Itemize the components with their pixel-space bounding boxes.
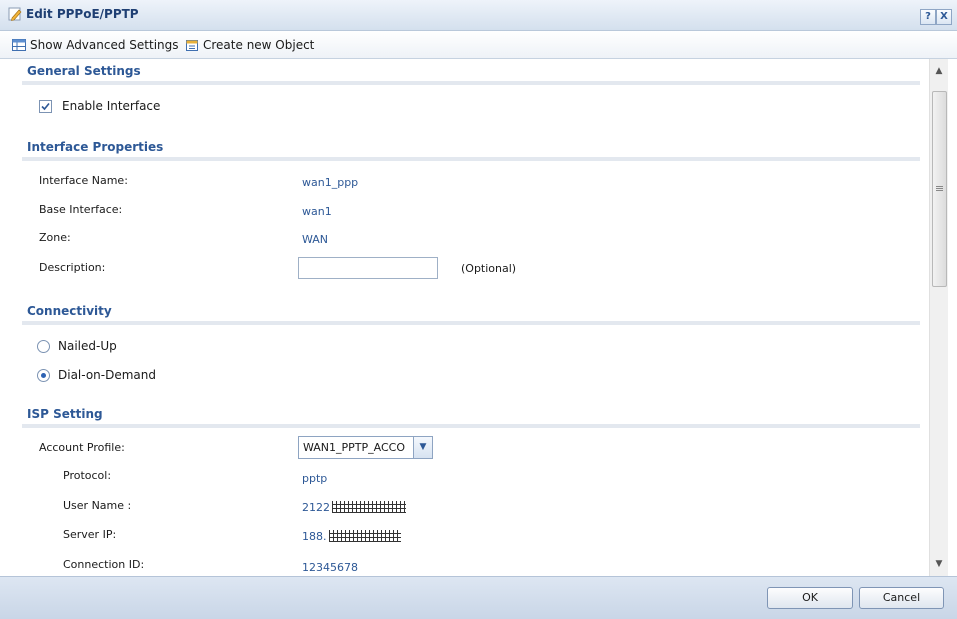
- description-optional-hint: (Optional): [461, 262, 517, 275]
- protocol-value: pptp: [302, 472, 328, 485]
- interface-name-label: Interface Name:: [39, 174, 128, 187]
- section-divider: [22, 321, 920, 325]
- server-ip-label: Server IP:: [63, 528, 117, 541]
- vertical-scrollbar[interactable]: ▲ ▼: [929, 59, 948, 576]
- scroll-down-icon[interactable]: ▼: [930, 556, 948, 572]
- new-object-icon: [186, 40, 198, 51]
- enable-interface-checkbox[interactable]: [39, 100, 52, 113]
- description-input[interactable]: [298, 257, 438, 279]
- help-button[interactable]: ?: [920, 9, 936, 25]
- zone-label: Zone:: [39, 231, 71, 244]
- create-new-object-label: Create new Object: [203, 38, 315, 52]
- dial-on-demand-label: Dial-on-Demand: [58, 368, 156, 382]
- form-content: General Settings Enable Interface Interf…: [0, 59, 929, 576]
- user-name-value: 2122: [302, 501, 330, 514]
- grip-line: [936, 188, 943, 189]
- user-name-label: User Name :: [63, 499, 132, 512]
- grip-line: [936, 190, 943, 191]
- section-connectivity: Connectivity: [27, 304, 112, 318]
- base-interface-value: wan1: [302, 205, 332, 218]
- nailed-up-radio[interactable]: [37, 340, 50, 353]
- create-new-object-button[interactable]: Create new Object: [185, 38, 314, 52]
- show-advanced-settings-label: Show Advanced Settings: [30, 38, 179, 52]
- enable-interface-label: Enable Interface: [62, 99, 161, 113]
- redacted-user-name: [332, 501, 406, 513]
- cancel-button[interactable]: Cancel: [859, 587, 944, 609]
- nailed-up-label: Nailed-Up: [58, 339, 117, 353]
- window-title: Edit PPPoE/PPTP: [26, 7, 139, 21]
- section-isp-setting: ISP Setting: [27, 407, 103, 421]
- section-general-settings: General Settings: [27, 64, 141, 78]
- close-button[interactable]: X: [936, 9, 952, 25]
- toolbar: Show Advanced Settings Create new Object: [0, 31, 957, 59]
- base-interface-label: Base Interface:: [39, 203, 123, 216]
- grip-line: [936, 186, 943, 187]
- account-profile-value: WAN1_PPTP_ACCO: [303, 441, 405, 454]
- edit-pencil-icon: [8, 7, 22, 21]
- connection-id-value: 12345678: [302, 561, 358, 574]
- server-ip-value: 188.: [302, 530, 327, 543]
- section-interface-properties: Interface Properties: [27, 140, 164, 154]
- chevron-down-icon[interactable]: ▼: [413, 437, 432, 458]
- description-label: Description:: [39, 261, 106, 274]
- section-divider: [22, 157, 920, 161]
- interface-name-value: wan1_ppp: [302, 176, 359, 189]
- connection-id-label: Connection ID:: [63, 558, 145, 571]
- scroll-up-icon[interactable]: ▲: [930, 63, 948, 79]
- ok-button[interactable]: OK: [767, 587, 853, 609]
- radio-selected-dot: [41, 373, 46, 378]
- section-divider: [22, 81, 920, 85]
- account-profile-label: Account Profile:: [39, 441, 125, 454]
- dial-on-demand-radio[interactable]: [37, 369, 50, 382]
- show-advanced-settings-button[interactable]: Show Advanced Settings: [12, 38, 179, 52]
- checkmark-icon: [41, 102, 50, 111]
- table-icon: [12, 39, 26, 51]
- redacted-server-ip: [329, 530, 401, 542]
- window-title-bar: Edit PPPoE/PPTP ? X: [0, 0, 957, 31]
- dialog-footer: OK Cancel: [0, 576, 957, 619]
- scrollbar-thumb[interactable]: [932, 91, 947, 287]
- account-profile-select[interactable]: WAN1_PPTP_ACCO ▼: [298, 436, 433, 459]
- protocol-label: Protocol:: [63, 469, 112, 482]
- zone-value: WAN: [302, 233, 329, 246]
- section-divider: [22, 424, 920, 428]
